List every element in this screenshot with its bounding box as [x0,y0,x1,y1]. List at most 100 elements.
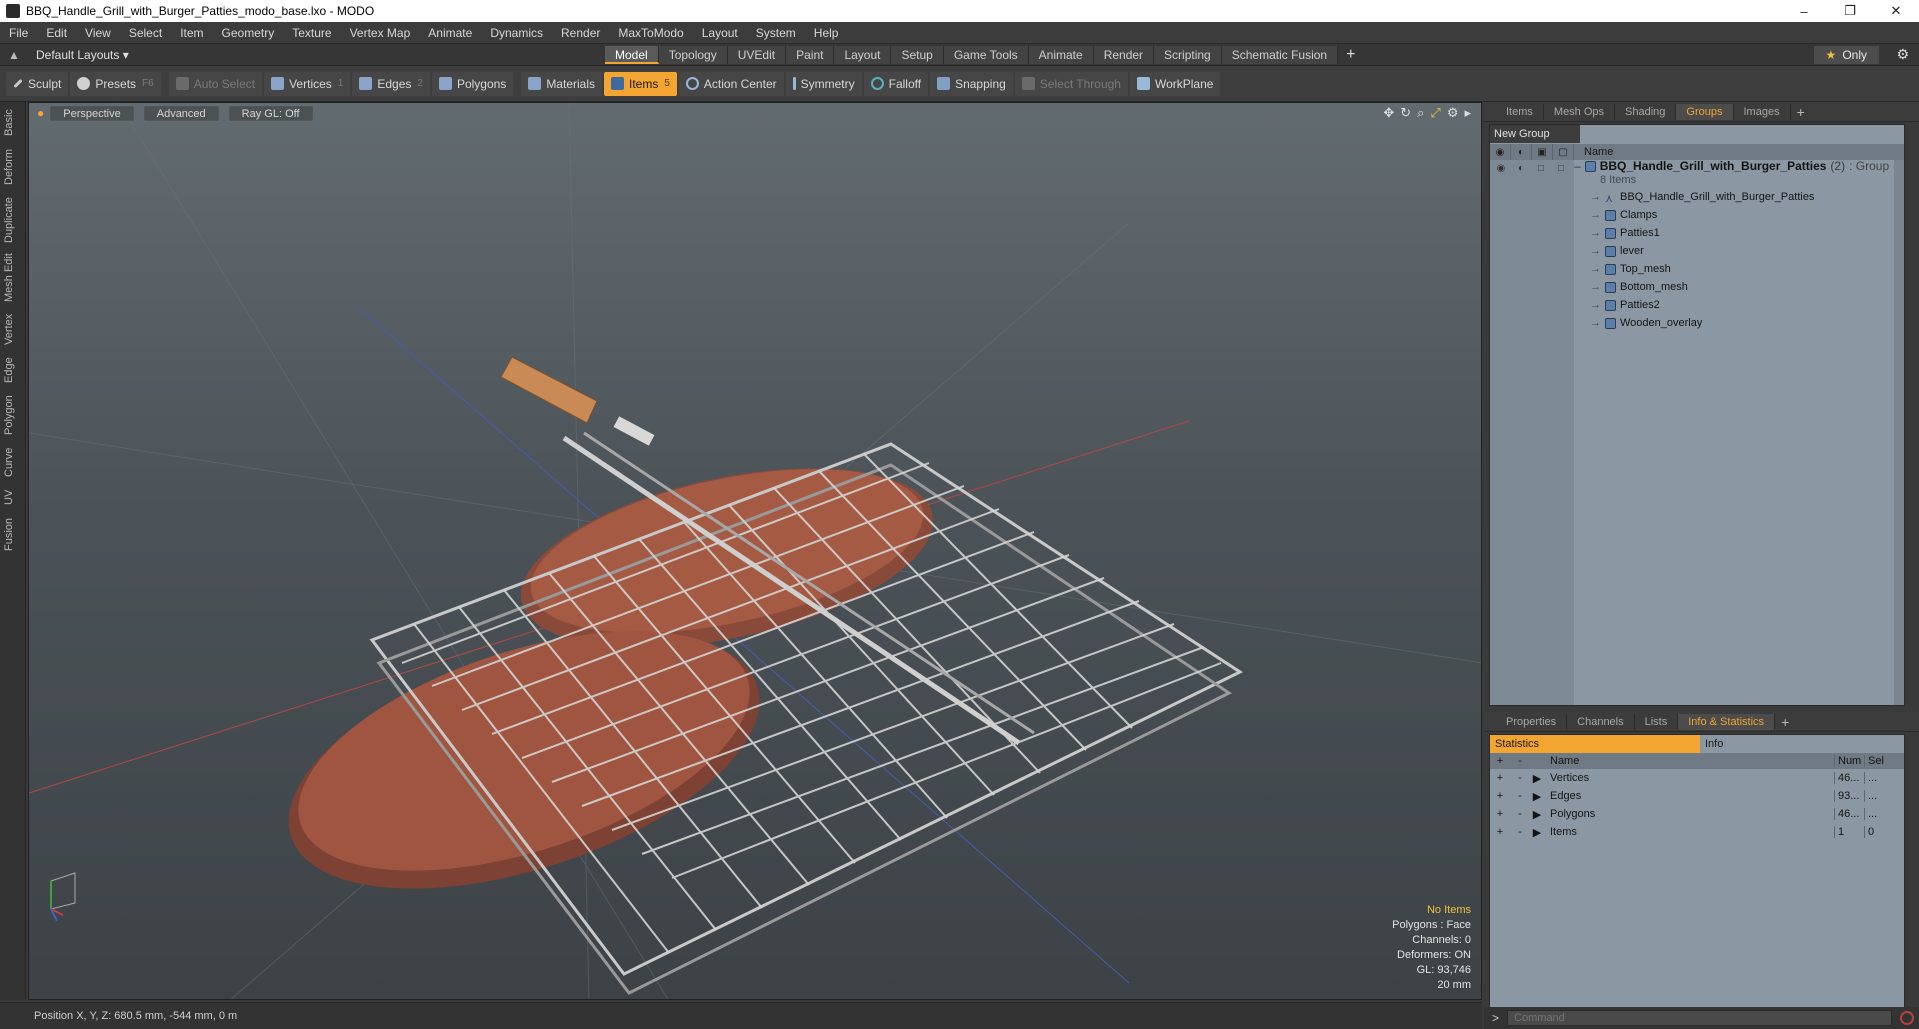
groups-scrollbar[interactable] [1894,160,1904,705]
tab-model[interactable]: Model [605,46,659,64]
vtab-vertex[interactable]: Vertex [3,310,23,348]
new-group-button[interactable]: New Group [1490,125,1580,143]
list-item[interactable]: → Patties1 [1590,224,1660,242]
tab-images[interactable]: Images [1734,103,1791,120]
tab-channels[interactable]: Channels [1567,713,1635,730]
3d-viewport[interactable]: ● Perspective Advanced Ray GL: Off ✥ ↻ ⌕… [28,102,1482,1000]
remove-icon[interactable]: - [1510,772,1530,784]
workplane-button[interactable]: WorkPlane [1129,71,1221,96]
vtab-deform[interactable]: Deform [3,146,23,188]
menu-select[interactable]: Select [120,26,171,40]
menu-system[interactable]: System [747,26,805,40]
tab-mesh-ops[interactable]: Mesh Ops [1544,103,1616,120]
menu-file[interactable]: File [0,26,37,40]
expand-arrow-icon[interactable]: ▶ [1530,808,1544,821]
render-column-icon[interactable]: ◐ [1511,144,1532,160]
vtab-uv[interactable]: UV [3,486,23,508]
add-panel-tab-button[interactable]: + [1791,104,1811,120]
snapping-button[interactable]: Snapping [930,71,1013,96]
expand-all-icon[interactable]: + [1490,755,1510,767]
menu-render[interactable]: Render [552,26,609,40]
menu-item[interactable]: Item [171,26,212,40]
list-item[interactable]: → Bottom_mesh [1590,278,1688,296]
list-item[interactable]: → Patties2 [1590,296,1660,314]
add-icon[interactable]: + [1490,826,1510,838]
tab-topology[interactable]: Topology [658,46,728,64]
viewport-settings-icon[interactable]: ⚙ [1447,105,1459,121]
list-item[interactable]: → lever [1590,242,1644,260]
add-icon[interactable]: + [1490,790,1510,802]
table-row[interactable]: + - ▶ Edges 93... ... [1490,787,1904,805]
vtab-polygon[interactable]: Polygon [3,392,23,438]
info-subtab[interactable]: Info [1700,735,1904,753]
vtab-edge[interactable]: Edge [3,354,23,386]
perspective-button[interactable]: Perspective [50,105,134,121]
table-row[interactable]: + - ▶ Items 1 0 [1490,823,1904,841]
table-row[interactable]: + - ▶ Polygons 46... ... [1490,805,1904,823]
add-icon[interactable]: + [1490,808,1510,820]
list-item[interactable]: → ⋏ BBQ_Handle_Grill_with_Burger_Patties [1590,188,1814,206]
menu-help[interactable]: Help [805,26,848,40]
minimize-button[interactable]: – [1781,0,1827,22]
menu-view[interactable]: View [76,26,120,40]
tab-layout[interactable]: Layout [834,46,892,64]
symmetry-button[interactable]: Symmetry [785,71,862,96]
gear-icon[interactable]: ⚙ [1896,46,1909,63]
close-button[interactable]: ✕ [1873,0,1919,22]
collapse-all-icon[interactable]: - [1510,755,1530,767]
default-layouts-dropdown[interactable]: Default Layouts ▾ [36,48,129,62]
tab-properties[interactable]: Properties [1496,713,1568,730]
fit-icon[interactable]: ⤢ [1430,105,1440,121]
only-toggle[interactable]: ★ Only [1813,46,1879,64]
statistics-subtab[interactable]: Statistics [1490,735,1700,753]
menu-edit[interactable]: Edit [37,26,76,40]
vtab-duplicate[interactable]: Duplicate [3,194,23,246]
menu-vertex-map[interactable]: Vertex Map [341,26,420,40]
remove-icon[interactable]: - [1510,826,1530,838]
tab-render[interactable]: Render [1093,46,1155,64]
remove-icon[interactable]: - [1510,808,1530,820]
tab-info-statistics[interactable]: Info & Statistics [1678,713,1776,730]
expand-arrow-icon[interactable]: ▶ [1530,772,1544,785]
tab-animate[interactable]: Animate [1028,46,1094,64]
expand-arrow-icon[interactable]: ▶ [1530,826,1544,839]
tab-game-tools[interactable]: Game Tools [943,46,1029,64]
menu-maxtomodo[interactable]: MaxToModo [609,26,692,40]
maximize-button[interactable]: ❐ [1827,0,1873,22]
vtab-basic[interactable]: Basic [3,106,23,140]
visibility-column-icon[interactable]: ◉ [1490,144,1511,160]
presets-button[interactable]: Presets F6 [70,71,161,96]
tab-items[interactable]: Items [1496,103,1544,120]
rotate-icon[interactable]: ↻ [1400,105,1411,121]
vtab-fusion[interactable]: Fusion [3,514,23,554]
remove-icon[interactable]: - [1510,790,1530,802]
falloff-button[interactable]: Falloff [863,71,929,96]
select-column-icon[interactable]: ▢ [1553,144,1574,160]
action-center-button[interactable]: Action Center [678,71,784,96]
list-item[interactable]: → Clamps [1590,206,1657,224]
eye-icon[interactable]: ◉ [1494,163,1508,175]
tab-paint[interactable]: Paint [786,46,835,64]
items-button[interactable]: Items 5 [604,71,677,96]
polygons-button[interactable]: Polygons [431,71,514,96]
tab-scripting[interactable]: Scripting [1154,46,1222,64]
auto-select-button[interactable]: Auto Select [168,71,263,96]
add-layout-tab-button[interactable]: + [1338,46,1363,64]
materials-button[interactable]: Materials [521,71,602,96]
lock-toggle-icon[interactable]: □ [1534,163,1548,175]
command-input[interactable] [1507,1010,1893,1026]
lock-column-icon[interactable]: ▣ [1532,144,1553,160]
record-macro-icon[interactable] [1900,1011,1915,1025]
tab-setup[interactable]: Setup [891,46,944,64]
raygl-button[interactable]: Ray GL: Off [228,105,313,121]
tab-groups[interactable]: Groups [1676,103,1734,120]
edges-button[interactable]: Edges 2 [352,71,430,96]
pan-icon[interactable]: ✥ [1383,105,1394,121]
tab-schematic-fusion[interactable]: Schematic Fusion [1221,46,1339,64]
layout-collapse-icon[interactable]: ▲ [6,48,22,62]
viewport-expand-icon[interactable]: ▸ [1464,105,1471,121]
select-through-button[interactable]: Select Through [1014,71,1128,96]
menu-animate[interactable]: Animate [419,26,481,40]
vtab-curve[interactable]: Curve [3,444,23,480]
list-item[interactable]: → Wooden_overlay [1590,314,1702,332]
